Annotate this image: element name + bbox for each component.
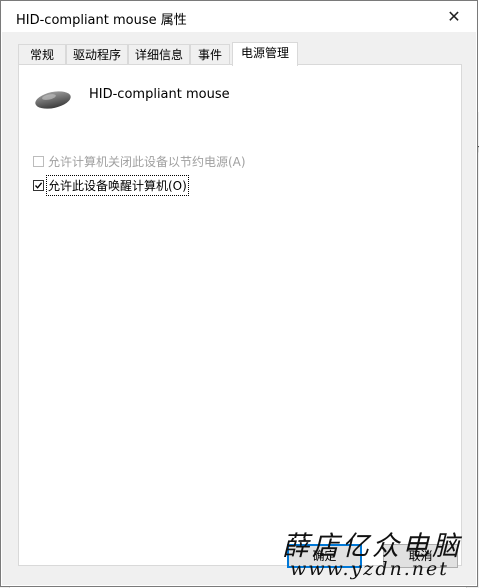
allow-wake-label: 允许此设备唤醒计算机(O) [46,175,189,196]
allow-power-off-option: 允许计算机关闭此设备以节约电源(A) [33,153,246,170]
allow-power-off-checkbox[interactable] [33,156,44,167]
mouse-icon [35,91,71,109]
watermark-url: www.yzdn.net [290,558,449,580]
close-icon[interactable]: ✕ [431,1,477,32]
tab-power-management[interactable]: 电源管理 [232,42,298,66]
tab-driver[interactable]: 驱动程序 [66,44,128,64]
tab-general[interactable]: 常规 [18,44,66,64]
properties-dialog: HID-compliant mouse 属性 ✕ 常规 驱动程序 详细信息 事件… [0,0,478,587]
dialog-client: 常规 驱动程序 详细信息 事件 电源管理 HID-compliant mouse [2,32,476,585]
allow-wake-option: 允许此设备唤醒计算机(O) [33,175,189,196]
window-title: HID-compliant mouse 属性 [16,13,187,28]
allow-power-off-label: 允许计算机关闭此设备以节约电源(A) [48,155,246,169]
tab-details[interactable]: 详细信息 [128,44,190,64]
checkmark-icon [35,182,43,189]
title-bar[interactable]: HID-compliant mouse 属性 ✕ [1,1,477,32]
device-name: HID-compliant mouse [89,87,230,102]
power-management-panel: HID-compliant mouse 允许计算机关闭此设备以节约电源(A) 允… [18,64,462,566]
allow-wake-checkbox[interactable] [33,180,44,191]
tab-events[interactable]: 事件 [190,44,230,64]
